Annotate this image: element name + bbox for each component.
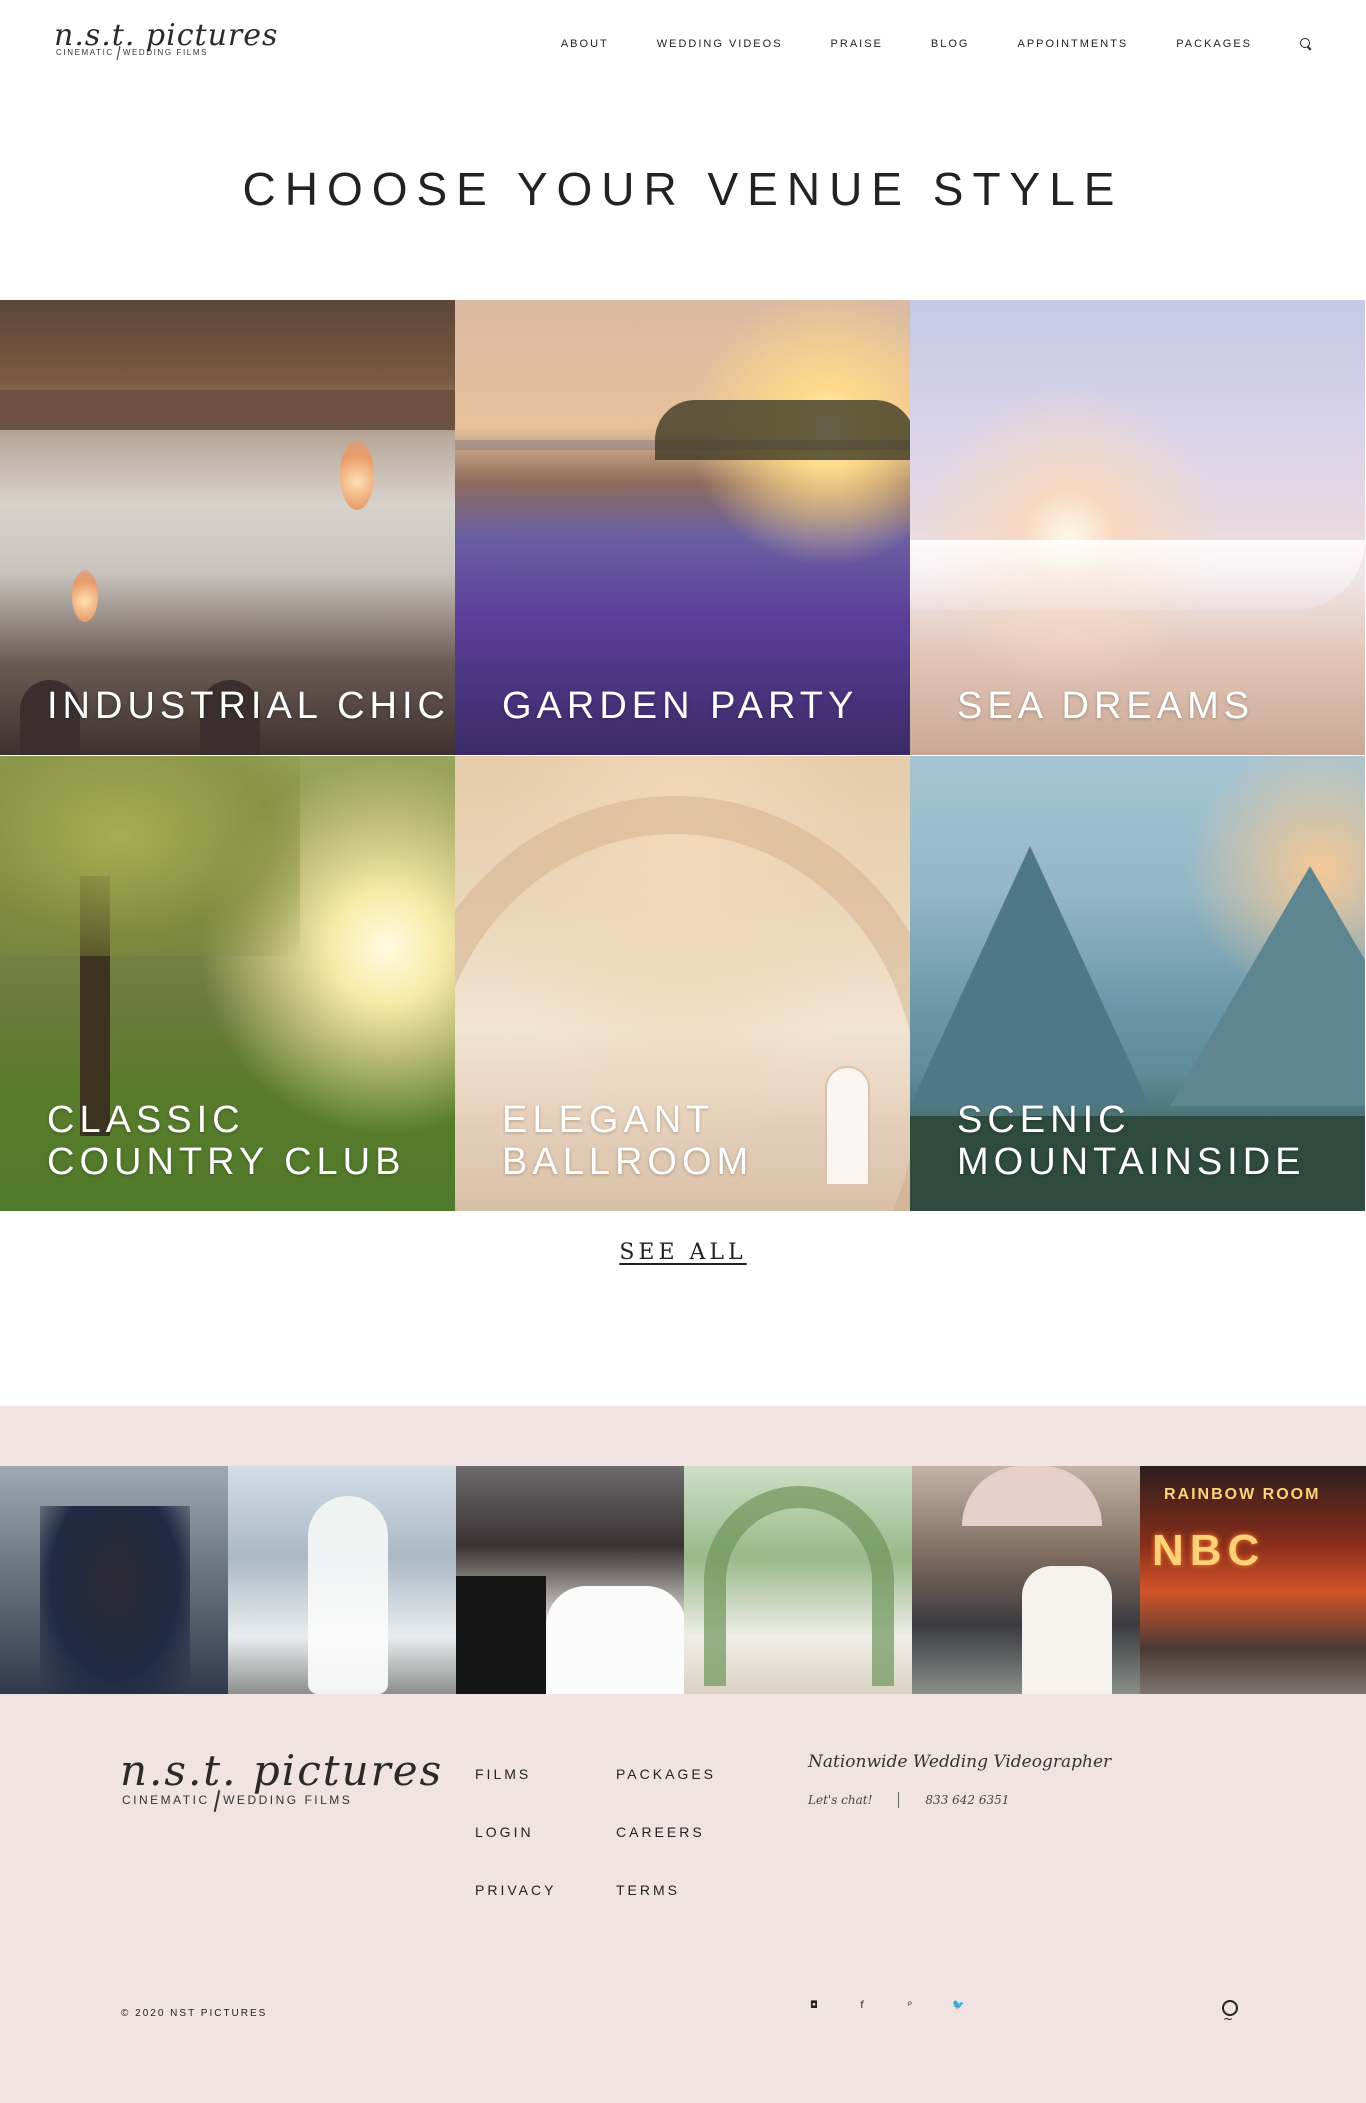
site-logo[interactable]: n.s.t. pictures CINEMATIC WEDDING FILMS <box>54 18 277 74</box>
footer-link-login[interactable]: LOGIN <box>475 1823 616 1841</box>
mountain-shape <box>910 846 1150 1106</box>
bulb-shape <box>340 440 374 510</box>
footer-contact: Let's chat! 833 642 6351 <box>808 1792 1009 1808</box>
logo-subtitle-right: WEDDING FILMS <box>122 48 209 58</box>
trees-shape <box>655 400 910 460</box>
footer-link-careers[interactable]: CAREERS <box>616 1823 757 1841</box>
venue-label: SEA DREAMS <box>957 685 1255 727</box>
footer-link-packages[interactable]: PACKAGES <box>616 1765 757 1783</box>
brand-icon[interactable] <box>1219 2000 1239 2026</box>
nav-packages[interactable]: PACKAGES <box>1176 38 1252 50</box>
bride-dress-shape <box>308 1496 388 1694</box>
search-icon[interactable] <box>1300 38 1312 50</box>
copyright: © 2020 NST PICTURES <box>121 2008 268 2019</box>
venue-label: ELEGANT BALLROOM <box>502 1099 754 1183</box>
nav-wedding-videos[interactable]: WEDDING VIDEOS <box>657 38 783 50</box>
venue-label: CLASSIC COUNTRY CLUB <box>47 1099 406 1183</box>
social-links: ◘ f ᵖ 🐦 <box>808 2000 1000 2011</box>
logo-subtitle-left: CINEMATIC <box>56 48 114 58</box>
wave-shape <box>910 540 1365 610</box>
footer-link-privacy[interactable]: PRIVACY <box>475 1881 616 1899</box>
instagram-photo[interactable] <box>684 1466 912 1694</box>
venue-tile-sea-dreams[interactable]: SEA DREAMS <box>910 300 1365 755</box>
footer-logo[interactable]: n.s.t. pictures CINEMATIC WEDDING FILMS <box>120 1746 441 1826</box>
instagram-photo[interactable] <box>228 1466 456 1694</box>
instagram-photo[interactable] <box>456 1466 684 1694</box>
venue-label: SCENIC MOUNTAINSIDE <box>957 1099 1306 1183</box>
main-nav: ABOUT WEDDING VIDEOS PRAISE BLOG APPOINT… <box>513 0 1366 88</box>
contact-divider <box>898 1792 900 1808</box>
footer-logo-subtitle: CINEMATIC WEDDING FILMS <box>122 1790 352 1812</box>
instagram-photo[interactable] <box>912 1466 1140 1694</box>
venue-tile-industrial-chic[interactable]: INDUSTRIAL CHIC <box>0 300 455 755</box>
beam-shape <box>0 390 455 430</box>
footer-link-films[interactable]: FILMS <box>475 1765 616 1783</box>
chat-link[interactable]: Let's chat! <box>808 1793 872 1807</box>
facebook-icon[interactable]: f <box>856 2000 868 2011</box>
site-header: n.s.t. pictures CINEMATIC WEDDING FILMS A… <box>0 0 1366 88</box>
see-all-wrapper: SEE ALL <box>0 1240 1366 1265</box>
nav-about[interactable]: ABOUT <box>561 38 609 50</box>
instagram-icon[interactable]: ◘ <box>808 2000 820 2011</box>
venue-label: INDUSTRIAL CHIC <box>47 685 450 727</box>
logo-subtitle: CINEMATIC WEDDING FILMS <box>56 46 208 60</box>
venue-label: GARDEN PARTY <box>502 685 859 727</box>
instagram-photo[interactable]: RAINBOW ROOM NBC <box>1140 1466 1366 1694</box>
bride-dress-shape <box>1022 1566 1112 1694</box>
bride-dress-shape <box>546 1586 684 1694</box>
floral-arch-shape <box>704 1486 894 1686</box>
footer-logo-script: n.s.t. pictures <box>120 1746 444 1795</box>
couple-shape <box>40 1506 190 1694</box>
bulb-shape <box>72 570 98 622</box>
umbrella-shape <box>962 1466 1102 1526</box>
footer-link-terms[interactable]: TERMS <box>616 1881 757 1899</box>
instagram-feed: RAINBOW ROOM NBC <box>0 1466 1366 1694</box>
page-title: CHOOSE YOUR VENUE STYLE <box>242 163 1124 215</box>
footer-links: FILMS PACKAGES LOGIN CAREERS PRIVACY TER… <box>475 1765 775 1899</box>
foliage-shape <box>0 756 300 956</box>
window-shape <box>825 1066 870 1186</box>
nav-appointments[interactable]: APPOINTMENTS <box>1017 38 1128 50</box>
groom-suit-shape <box>456 1576 546 1694</box>
phone-number[interactable]: 833 642 6351 <box>925 1793 1009 1807</box>
mountain-shape <box>1170 866 1365 1106</box>
venue-tile-elegant-ballroom[interactable]: ELEGANT BALLROOM <box>455 756 910 1211</box>
neon-sign-small: RAINBOW ROOM <box>1164 1486 1321 1503</box>
neon-sign-main: NBC <box>1152 1526 1266 1575</box>
nav-praise[interactable]: PRAISE <box>831 38 883 50</box>
nav-blog[interactable]: BLOG <box>931 38 970 50</box>
see-all-link[interactable]: SEE ALL <box>619 1240 746 1265</box>
venue-tile-scenic-mountainside[interactable]: SCENIC MOUNTAINSIDE <box>910 756 1365 1211</box>
footer-logo-subtitle-right: WEDDING FILMS <box>223 1793 353 1808</box>
footer-tagline: Nationwide Wedding Videographer <box>808 1752 1112 1772</box>
pinterest-icon[interactable]: ᵖ <box>904 2000 916 2011</box>
venue-tile-classic-country-club[interactable]: CLASSIC COUNTRY CLUB <box>0 756 455 1211</box>
venue-tile-garden-party[interactable]: GARDEN PARTY <box>455 300 910 755</box>
venue-grid: INDUSTRIAL CHIC GARDEN PARTY SEA DREAMS … <box>0 300 1366 1211</box>
twitter-icon[interactable]: 🐦 <box>952 2000 964 2011</box>
instagram-photo[interactable] <box>0 1466 228 1694</box>
footer-logo-subtitle-left: CINEMATIC <box>122 1793 210 1808</box>
